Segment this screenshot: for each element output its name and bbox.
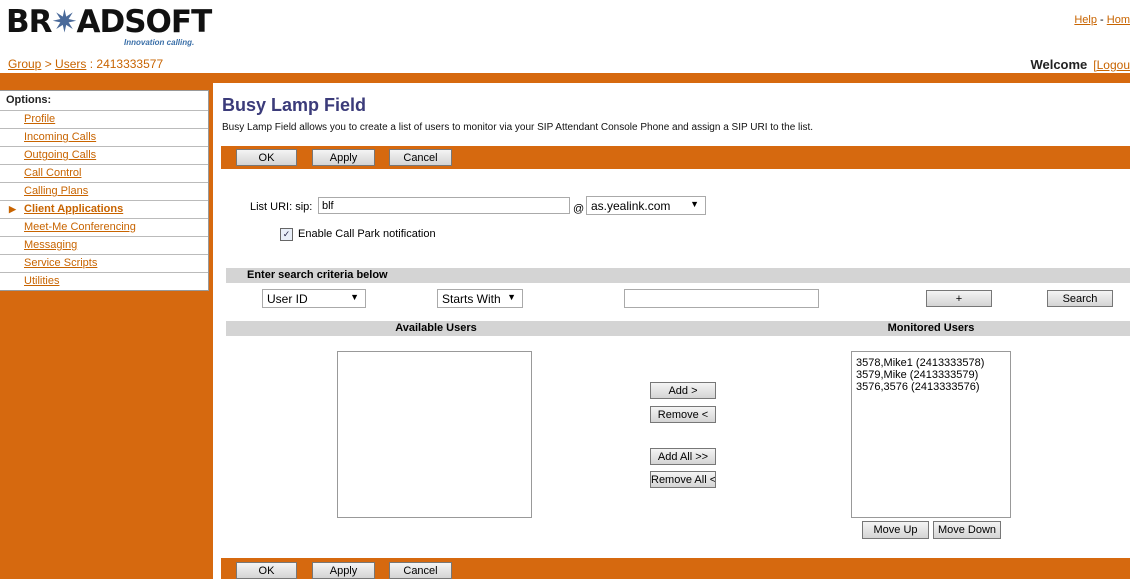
breadcrumb: Group > Users : 2413333577 [8, 57, 164, 71]
bottom-button-bar: OK Apply Cancel [221, 558, 1130, 579]
sidebar-item-utilities[interactable]: Utilities [0, 272, 208, 290]
sidebar-item-service-scripts[interactable]: Service Scripts [0, 254, 208, 272]
remove-button[interactable]: Remove < [650, 406, 716, 423]
list-uri-label: List URI: sip: [250, 201, 313, 213]
apply-button-bottom[interactable]: Apply [312, 562, 375, 579]
call-park-checkbox[interactable]: ✓ [280, 228, 293, 241]
top-button-bar: OK Apply Cancel [221, 146, 1130, 169]
help-link[interactable]: Help [1074, 14, 1097, 26]
breadcrumb-users[interactable]: Users [55, 57, 86, 71]
current-arrow-icon: ▶ [9, 204, 16, 214]
move-up-button[interactable]: Move Up [862, 521, 929, 539]
logout-link[interactable]: [Logou [1093, 58, 1130, 72]
page-description: Busy Lamp Field allows you to create a l… [222, 122, 814, 133]
search-field-select[interactable]: User ID ▼ [262, 289, 366, 308]
sidebar-item-client-applications[interactable]: ▶ Client Applications [0, 200, 208, 218]
page-title: Busy Lamp Field [222, 95, 367, 115]
chevron-down-icon: ▼ [350, 292, 359, 302]
brand-tagline: Innovation calling. [124, 38, 195, 47]
monitored-user-item[interactable]: 3579,Mike (2413333579) [852, 369, 1010, 381]
at-sign: @ [573, 203, 585, 215]
move-down-button[interactable]: Move Down [933, 521, 1001, 539]
monitored-user-item[interactable]: 3578,Mike1 (2413333578) [852, 357, 1010, 369]
search-input[interactable] [624, 289, 819, 308]
monitored-users-header: Monitored Users [887, 322, 975, 334]
domain-select[interactable]: as.yealink.com ▼ [586, 196, 706, 215]
add-all-button[interactable]: Add All >> [650, 448, 716, 465]
sidebar-item-meet-me-conferencing[interactable]: Meet-Me Conferencing [0, 218, 208, 236]
chevron-down-icon: ▼ [507, 292, 516, 302]
broadsoft-logo: BR✷ADSOFT [6, 4, 212, 40]
options-menu: Options: Profile Incoming Calls Outgoing… [0, 90, 209, 291]
remove-all-button[interactable]: Remove All < [650, 471, 716, 488]
chevron-down-icon: ▼ [690, 199, 699, 209]
apply-button-top[interactable]: Apply [312, 149, 375, 166]
top-links: Help - Hom [1074, 14, 1130, 26]
welcome-area: Welcome [Logou [1030, 57, 1130, 72]
cancel-button-bottom[interactable]: Cancel [389, 562, 452, 579]
breadcrumb-group[interactable]: Group [8, 57, 41, 71]
call-park-label: Enable Call Park notification [298, 228, 436, 240]
search-button[interactable]: Search [1047, 290, 1113, 307]
ok-button-top[interactable]: OK [236, 149, 297, 166]
star-logo-icon: ✷ [51, 4, 78, 40]
add-button[interactable]: Add > [650, 382, 716, 399]
ok-button-bottom[interactable]: OK [236, 562, 297, 579]
search-header: Enter search criteria below [247, 269, 388, 281]
available-users-header: Available Users [395, 322, 477, 334]
welcome-text: Welcome [1030, 57, 1088, 72]
sidebar-item-incoming-calls[interactable]: Incoming Calls [0, 128, 208, 146]
home-link[interactable]: Hom [1107, 14, 1130, 26]
breadcrumb-user-id: : 2413333577 [86, 57, 164, 71]
sidebar-item-calling-plans[interactable]: Calling Plans [0, 182, 208, 200]
search-header-bar: Enter search criteria below [226, 268, 1130, 283]
cancel-button-top[interactable]: Cancel [389, 149, 452, 166]
options-title: Options: [6, 94, 52, 106]
sidebar-item-profile[interactable]: Profile [0, 110, 208, 128]
search-mode-select[interactable]: Starts With ▼ [437, 289, 523, 308]
available-users-list[interactable] [337, 351, 532, 518]
list-uri-input[interactable] [318, 197, 570, 214]
sidebar-item-call-control[interactable]: Call Control [0, 164, 208, 182]
users-header-bar: Available Users Monitored Users [226, 321, 1130, 336]
sidebar-item-outgoing-calls[interactable]: Outgoing Calls [0, 146, 208, 164]
monitored-users-list[interactable]: 3578,Mike1 (2413333578) 3579,Mike (24133… [851, 351, 1011, 518]
monitored-user-item[interactable]: 3576,3576 (2413333576) [852, 381, 1010, 393]
sidebar-item-messaging[interactable]: Messaging [0, 236, 208, 254]
add-criteria-button[interactable]: + [926, 290, 992, 307]
header-divider [0, 73, 1130, 83]
